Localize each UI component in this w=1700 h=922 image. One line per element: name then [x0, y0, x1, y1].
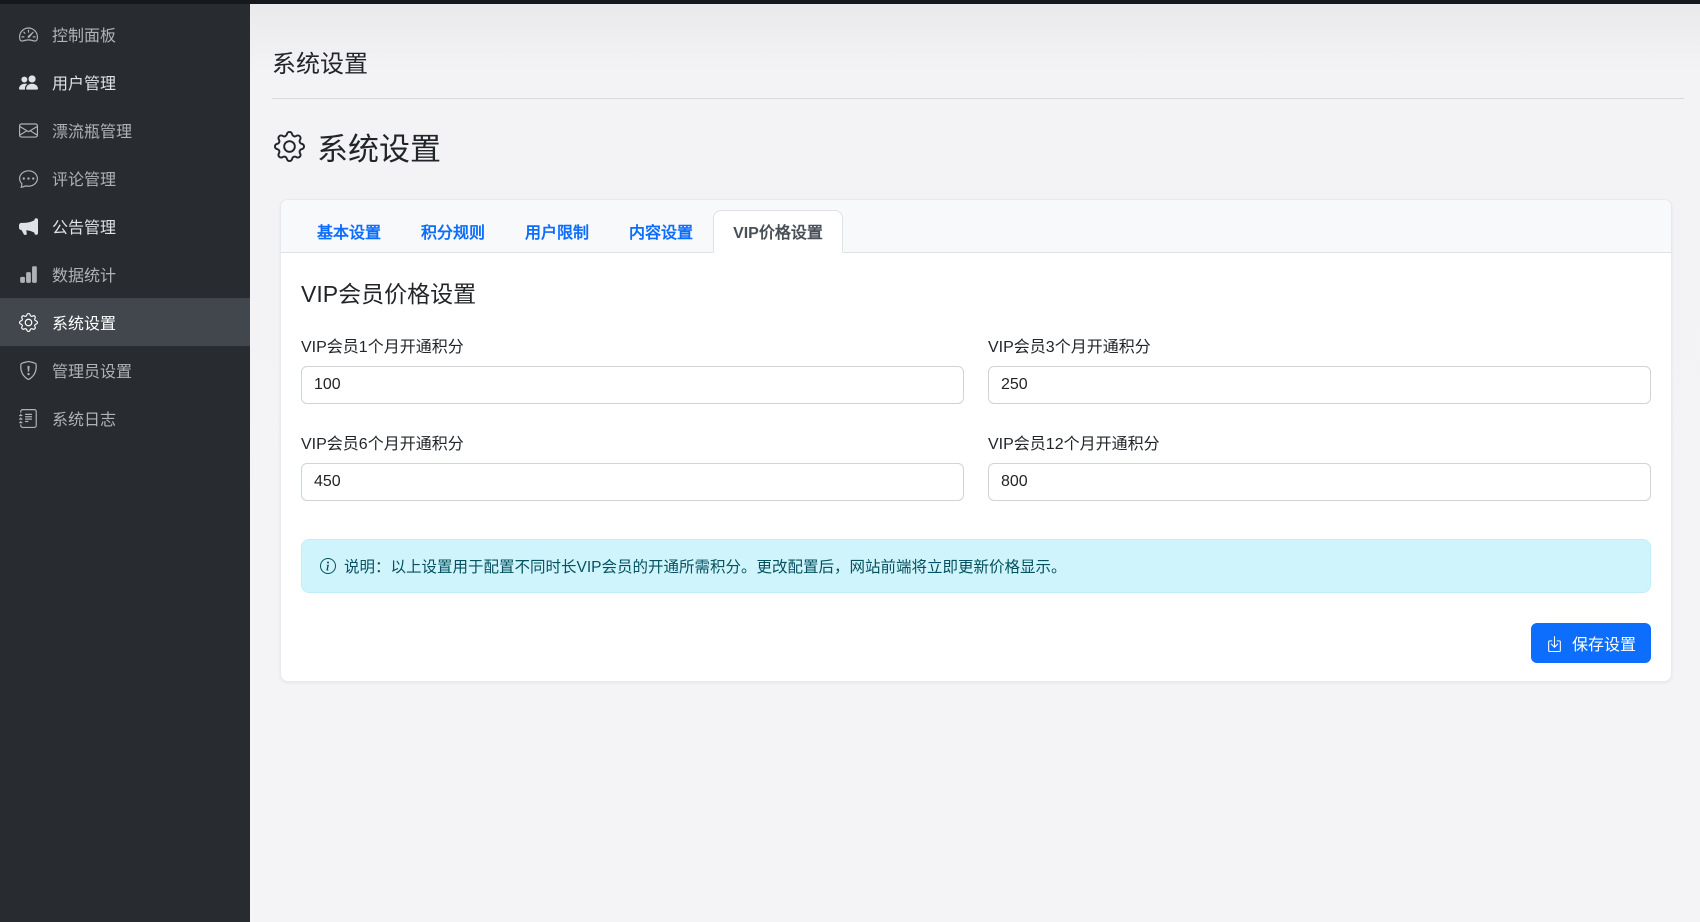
- info-alert-text: 说明：以上设置用于配置不同时长VIP会员的开通所需积分。更改配置后，网站前端将立…: [344, 555, 1067, 577]
- tab-content-settings[interactable]: 内容设置: [609, 210, 713, 253]
- page-title: 系统设置: [272, 44, 1684, 79]
- tab-vip-price-settings[interactable]: VIP价格设置: [713, 210, 843, 253]
- sidebar-item-label: 公告管理: [52, 214, 116, 238]
- save-settings-button[interactable]: 保存设置: [1531, 623, 1651, 663]
- sidebar-item-label: 数据统计: [52, 262, 116, 286]
- tab-basic-settings[interactable]: 基本设置: [297, 210, 401, 253]
- form-group-vip-6-month: VIP会员6个月开通积分: [301, 430, 964, 501]
- section-title: VIP会员价格设置: [301, 275, 1651, 309]
- sidebar-item-statistics[interactable]: 数据统计: [0, 250, 250, 298]
- tab-user-limits[interactable]: 用户限制: [505, 210, 609, 253]
- header-divider: [272, 98, 1684, 99]
- sidebar-item-users[interactable]: 用户管理: [0, 58, 250, 106]
- info-alert: 说明：以上设置用于配置不同时长VIP会员的开通所需积分。更改配置后，网站前端将立…: [301, 539, 1651, 593]
- envelope-icon: [19, 121, 38, 140]
- megaphone-icon: [19, 217, 38, 236]
- gear-heading-icon: [274, 131, 305, 162]
- card-heading: 系统设置: [274, 124, 1684, 169]
- vip-12-month-label: VIP会员12个月开通积分: [988, 430, 1651, 454]
- sidebar-item-system-settings[interactable]: 系统设置: [0, 298, 250, 346]
- vip-3-month-label: VIP会员3个月开通积分: [988, 333, 1651, 357]
- app-window: 控制面板 用户管理 漂流瓶管理 评论管理 公告管理: [0, 0, 1700, 922]
- form-group-vip-3-month: VIP会员3个月开通积分: [988, 333, 1651, 404]
- main-content: 系统设置 系统设置 基本设置 积分规则 用户限制 内容设置 VIP价格设置 VI…: [250, 0, 1700, 922]
- info-circle-icon: [320, 558, 336, 574]
- settings-card: 基本设置 积分规则 用户限制 内容设置 VIP价格设置 VIP会员价格设置 VI…: [280, 199, 1672, 682]
- save-icon: [1546, 635, 1563, 652]
- vip-3-month-input[interactable]: [988, 366, 1651, 404]
- vip-12-month-input[interactable]: [988, 463, 1651, 501]
- form-group-vip-12-month: VIP会员12个月开通积分: [988, 430, 1651, 501]
- vip-price-form: VIP会员1个月开通积分 VIP会员3个月开通积分 VIP会员6个月开通积分 V…: [301, 333, 1651, 501]
- sidebar: 控制面板 用户管理 漂流瓶管理 评论管理 公告管理: [0, 0, 250, 922]
- sidebar-item-label: 用户管理: [52, 70, 116, 94]
- speedometer-icon: [19, 25, 38, 44]
- top-accent-bar: [0, 0, 1700, 4]
- sidebar-item-comments[interactable]: 评论管理: [0, 154, 250, 202]
- save-settings-label: 保存设置: [1572, 631, 1636, 655]
- sidebar-item-dashboard[interactable]: 控制面板: [0, 10, 250, 58]
- vip-6-month-input[interactable]: [301, 463, 964, 501]
- form-actions: 保存设置: [301, 623, 1651, 663]
- tab-points-rules[interactable]: 积分规则: [401, 210, 505, 253]
- vip-1-month-input[interactable]: [301, 366, 964, 404]
- tab-panel-vip-prices: VIP会员价格设置 VIP会员1个月开通积分 VIP会员3个月开通积分 VIP会…: [281, 253, 1671, 681]
- vip-1-month-label: VIP会员1个月开通积分: [301, 333, 964, 357]
- bar-chart-icon: [19, 265, 38, 284]
- vip-6-month-label: VIP会员6个月开通积分: [301, 430, 964, 454]
- card-heading-label: 系统设置: [317, 124, 441, 169]
- sidebar-item-admin-settings[interactable]: 管理员设置: [0, 346, 250, 394]
- sidebar-item-label: 管理员设置: [52, 358, 132, 382]
- users-icon: [19, 73, 38, 92]
- sidebar-item-label: 漂流瓶管理: [52, 118, 132, 142]
- sidebar-item-label: 系统设置: [52, 310, 116, 334]
- shield-icon: [19, 361, 38, 380]
- sidebar-item-label: 系统日志: [52, 406, 116, 430]
- form-group-vip-1-month: VIP会员1个月开通积分: [301, 333, 964, 404]
- chat-dots-icon: [19, 169, 38, 188]
- journal-icon: [19, 409, 38, 428]
- sidebar-item-bottles[interactable]: 漂流瓶管理: [0, 106, 250, 154]
- sidebar-item-system-logs[interactable]: 系统日志: [0, 394, 250, 442]
- sidebar-item-label: 控制面板: [52, 22, 116, 46]
- gear-icon: [19, 313, 38, 332]
- sidebar-item-announcements[interactable]: 公告管理: [0, 202, 250, 250]
- tab-bar: 基本设置 积分规则 用户限制 内容设置 VIP价格设置: [281, 200, 1671, 253]
- sidebar-item-label: 评论管理: [52, 166, 116, 190]
